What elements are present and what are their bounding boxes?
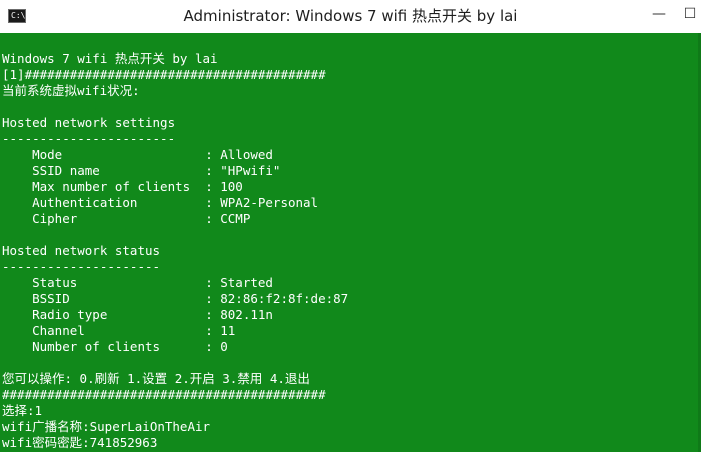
- console-line: Radio type : 802.11n: [2, 307, 273, 322]
- console-line: Max number of clients : 100: [2, 179, 243, 194]
- console-output-area[interactable]: Windows 7 wifi 热点开关 by lai [1]###########…: [0, 33, 701, 452]
- maximize-button[interactable]: ☐: [676, 0, 701, 28]
- console-line: Windows 7 wifi 热点开关 by lai: [2, 51, 218, 66]
- console-line: Status : Started: [2, 275, 273, 290]
- console-line: Authentication : WPA2-Personal: [2, 195, 319, 210]
- console-line: [1]#####################################…: [2, 67, 326, 82]
- console-line: ########################################…: [2, 387, 326, 402]
- console-line: 您可以操作: 0.刷新 1.设置 2.开启 3.禁用 4.退出: [2, 371, 310, 386]
- console-line: Cipher : CCMP: [2, 211, 251, 226]
- console-line: BSSID : 82:86:f2:8f:de:87: [2, 291, 349, 306]
- console-line: Channel : 11: [2, 323, 236, 338]
- console-line: wifi广播名称:SuperLaiOnTheAir: [2, 419, 211, 434]
- console-line: Hosted network settings: [2, 115, 176, 130]
- console-line: 当前系统虚拟wifi状况:: [2, 83, 140, 98]
- console-lines: Windows 7 wifi 热点开关 by lai [1]###########…: [2, 51, 348, 451]
- console-line: wifi密码密匙:741852963: [2, 435, 158, 450]
- console-line: 选择:1: [2, 403, 43, 418]
- console-line: Hosted network status: [2, 243, 161, 258]
- minimize-button[interactable]: —: [645, 0, 673, 28]
- console-line: -----------------------: [2, 131, 176, 146]
- console-line: ---------------------: [2, 259, 161, 274]
- console-line: SSID name : "HPwifi": [2, 163, 281, 178]
- console-window: C:\. Administrator: Windows 7 wifi 热点开关 …: [0, 0, 701, 452]
- console-line: Mode : Allowed: [2, 147, 273, 162]
- window-title: Administrator: Windows 7 wifi 热点开关 by la…: [183, 7, 518, 25]
- title-bar[interactable]: C:\. Administrator: Windows 7 wifi 热点开关 …: [0, 0, 701, 33]
- console-line: Number of clients : 0: [2, 339, 228, 354]
